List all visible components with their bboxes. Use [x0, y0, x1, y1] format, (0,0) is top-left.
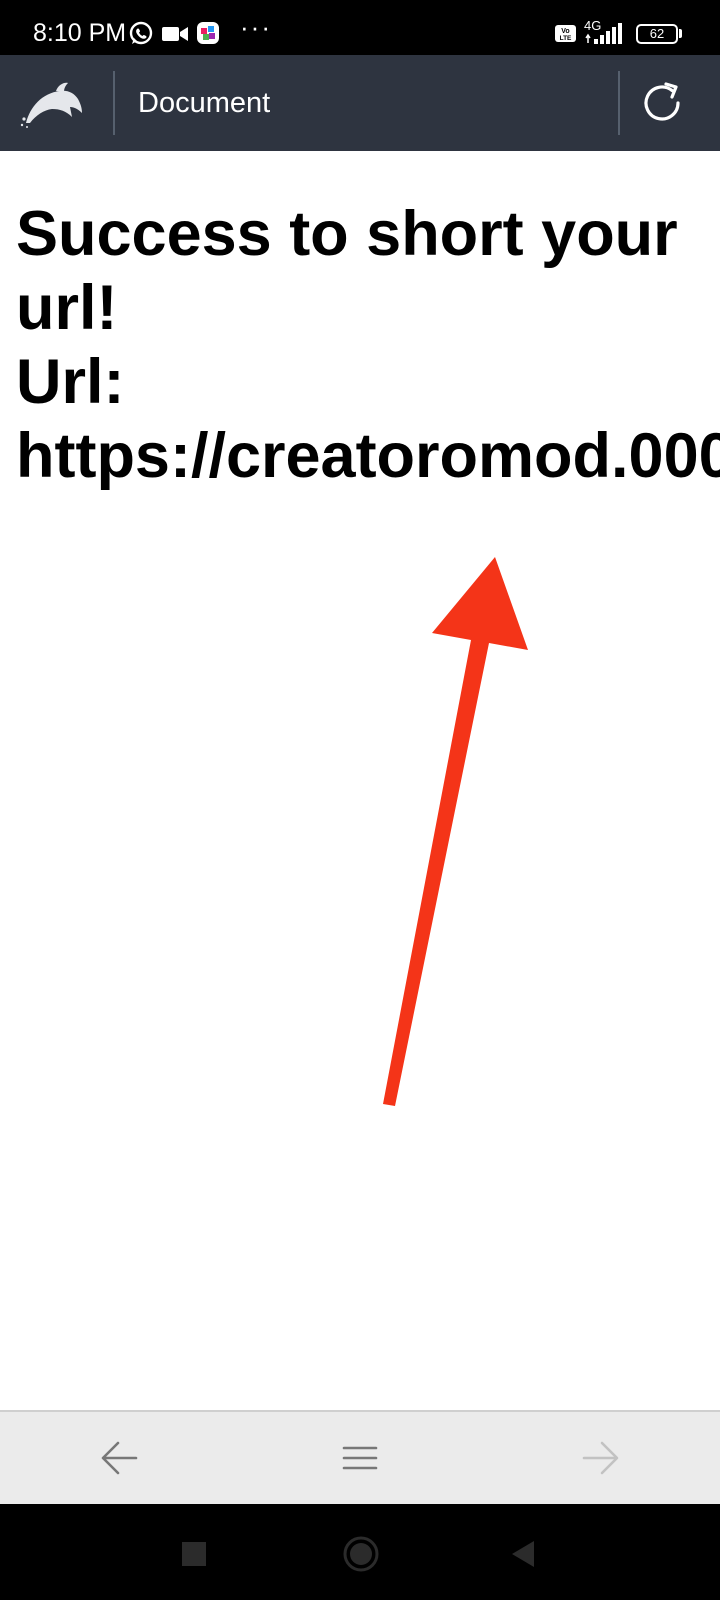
- browser-bottom-bar: [0, 1410, 720, 1504]
- success-message: Success to short your url! Url: https://…: [16, 197, 720, 493]
- whatsapp-icon: [129, 21, 153, 45]
- svg-text:Vo: Vo: [561, 28, 569, 35]
- square-icon[interactable]: [174, 1534, 214, 1574]
- message-line: Url:: [16, 347, 125, 417]
- message-line: Success to short your: [16, 199, 678, 269]
- arrow-left-icon[interactable]: [96, 1434, 144, 1482]
- svg-text:LTE: LTE: [560, 35, 572, 42]
- triangle-back-icon[interactable]: [504, 1534, 544, 1574]
- more-dots-icon: ···: [240, 12, 272, 42]
- arrow-right-icon[interactable]: [576, 1434, 624, 1482]
- short-url-link[interactable]: https://creatoromod.000: [16, 419, 720, 493]
- app-notification-icon: [197, 22, 219, 44]
- status-bar: 8:10 PM ··· Vo LTE 4G 62: [0, 0, 720, 55]
- toolbar-divider-right: [618, 71, 620, 135]
- message-line: url!: [16, 273, 118, 343]
- battery-level: 62: [649, 26, 665, 41]
- signal-icon: [585, 23, 622, 44]
- system-navigation-bar: [0, 1504, 720, 1600]
- page-content: Success to short your url! Url: https://…: [0, 151, 720, 1410]
- video-camera-icon: [162, 27, 188, 41]
- browser-toolbar: Document: [0, 55, 720, 151]
- toolbar-divider-left: [113, 71, 115, 135]
- volte-icon: Vo LTE: [555, 25, 576, 42]
- screen: 8:10 PM ··· Vo LTE 4G 62 Document Succes…: [0, 0, 720, 1600]
- circle-icon[interactable]: [340, 1533, 382, 1575]
- reload-icon[interactable]: [638, 79, 686, 127]
- page-title[interactable]: Document: [138, 85, 270, 121]
- battery-tip: [679, 29, 682, 38]
- status-time: 8:10 PM: [33, 19, 127, 47]
- arrow-shape: [383, 557, 528, 1106]
- dolphin-logo-icon[interactable]: [20, 79, 86, 129]
- menu-icon[interactable]: [336, 1434, 384, 1482]
- battery-icon: 62: [636, 24, 678, 44]
